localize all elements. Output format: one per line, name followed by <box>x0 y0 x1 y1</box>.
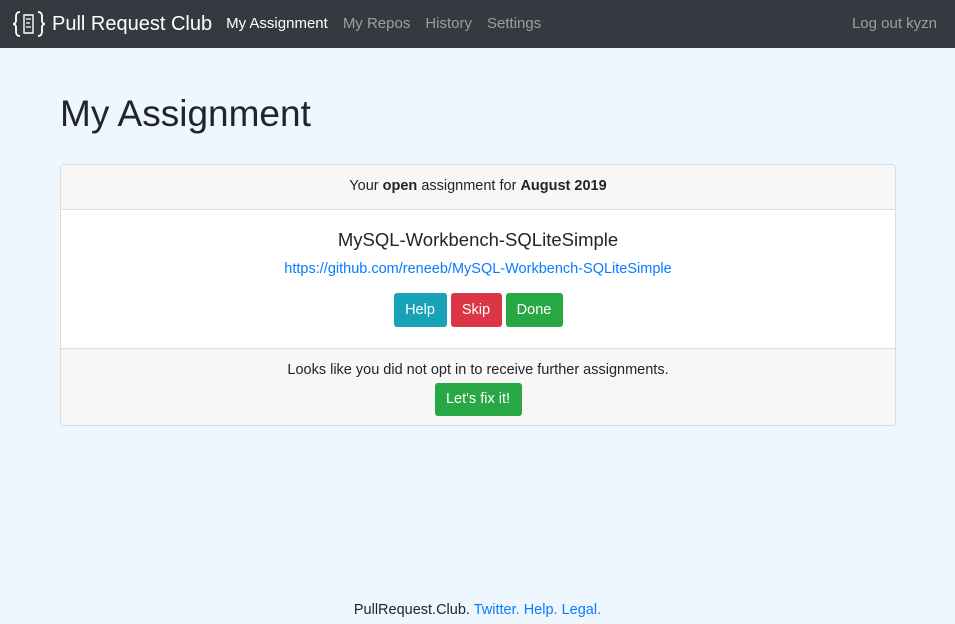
action-buttons: Help Skip Done <box>61 293 895 327</box>
assignment-card-header: Your open assignment for August 2019 <box>61 165 895 210</box>
brand-name: Pull Request Club <box>52 12 213 35</box>
nav-settings[interactable]: Settings <box>487 0 541 48</box>
logout-link[interactable]: Log out kyzn <box>852 0 937 48</box>
skip-button[interactable]: Skip <box>450 293 502 327</box>
footer-site: PullRequest.Club. <box>353 602 470 618</box>
page-footer: PullRequest.Club. Twitter. Help. Legal. <box>0 600 955 620</box>
assignment-card-body: MySQL-Workbench-SQLiteSimple https://git… <box>61 210 895 349</box>
page-title: My Assignment <box>60 93 311 134</box>
header-middle: assignment for <box>421 178 517 194</box>
assignment-card-footer: Looks like you did not opt in to receive… <box>61 349 895 425</box>
header-prefix: Your <box>349 178 379 194</box>
assignment-card: Your open assignment for August 2019 MyS… <box>60 164 896 426</box>
nav-links: My Assignment My Repos History Settings <box>226 0 556 48</box>
footer-twitter-link[interactable]: Twitter. <box>474 602 520 618</box>
brand-link[interactable]: Pull Request Club <box>12 9 212 39</box>
footer-legal-link[interactable]: Legal. <box>562 602 602 618</box>
footer-help-link[interactable]: Help. <box>524 602 558 618</box>
repo-url-link[interactable]: https://github.com/reneeb/MySQL-Workbenc… <box>284 261 671 277</box>
optin-message: Looks like you did not opt in to receive… <box>287 362 669 378</box>
fix-optin-button[interactable]: Let's fix it! <box>434 383 522 416</box>
top-navbar: Pull Request Club My Assignment My Repos… <box>0 0 955 48</box>
assignment-period: August 2019 <box>520 178 607 194</box>
nav-my-assignment[interactable]: My Assignment <box>226 0 328 48</box>
assignment-status: open <box>382 178 418 194</box>
done-button[interactable]: Done <box>505 293 563 327</box>
help-button[interactable]: Help <box>393 293 447 327</box>
repo-name: MySQL-Workbench-SQLiteSimple <box>337 229 619 250</box>
nav-history[interactable]: History <box>425 0 472 48</box>
curly-braces-code-icon <box>12 11 46 37</box>
nav-my-repos[interactable]: My Repos <box>343 0 411 48</box>
